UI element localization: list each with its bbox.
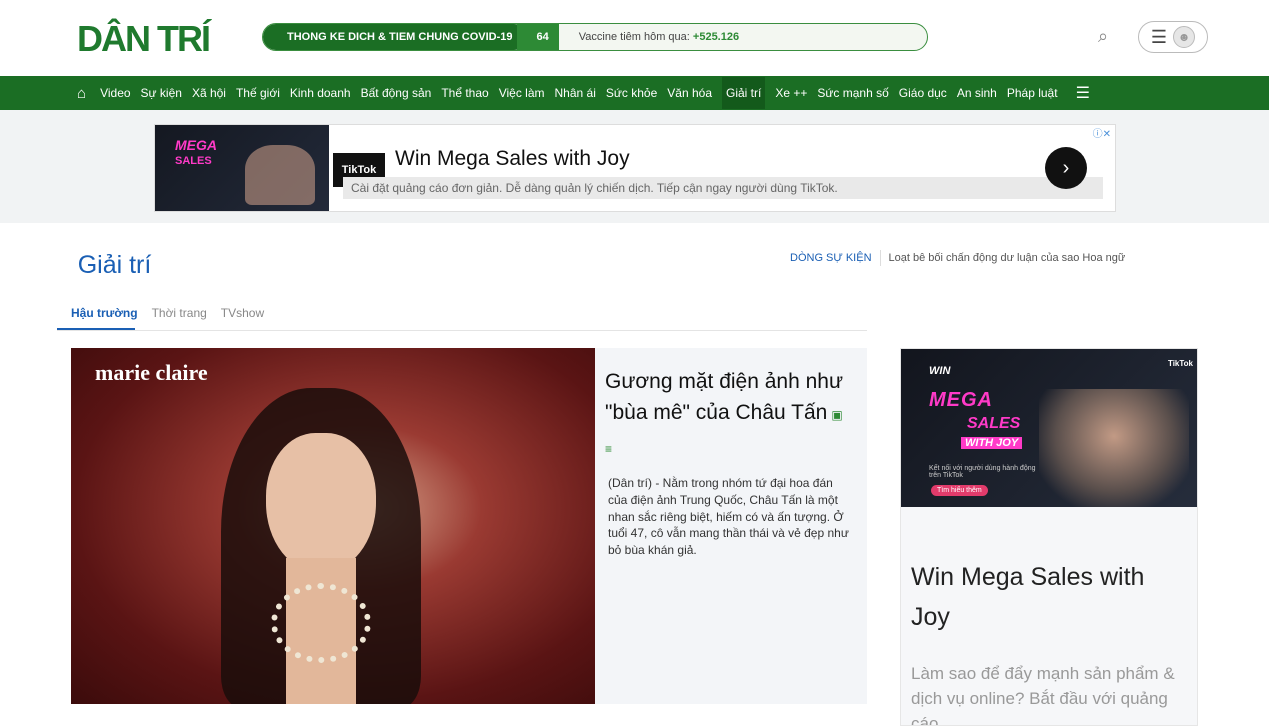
- side-ad-tiktok-logo: TikTok: [1167, 359, 1193, 368]
- nav-item-the-gioi[interactable]: Thế giới: [236, 86, 280, 100]
- nav-item-the-thao[interactable]: Thể thao: [441, 86, 488, 100]
- vaccine-value: +525.126: [692, 31, 740, 43]
- article-summary: (Dân trí) - Nằm trong nhóm tứ đại hoa đá…: [608, 476, 849, 558]
- top-header: DÂN TRÍ THONG KE DICH & TIEM CHUNG COVID…: [0, 0, 1269, 76]
- covid-label: THONG KE DICH & TIEM CHUNG COVID-19: [263, 24, 527, 50]
- photo-face: [266, 433, 376, 573]
- ad-headline[interactable]: Win Mega Sales with Joy: [395, 147, 630, 171]
- nav-item-giai-tri[interactable]: Giải trí: [722, 77, 766, 109]
- event-ticker[interactable]: DÒNG SỰ KIỆN Loạt bê bối chấn động dư lu…: [776, 248, 1196, 268]
- nav-item-nhan-ai[interactable]: Nhân ái: [555, 86, 596, 100]
- article-title[interactable]: Gương mặt điện ảnh như "bùa mê" của Châu…: [605, 366, 845, 465]
- search-icon[interactable]: ⌕: [1098, 26, 1108, 47]
- nav-item-giao-duc[interactable]: Giáo dục: [899, 86, 947, 100]
- vaccine-label: Vaccine tiêm hôm qua:: [578, 31, 690, 43]
- tab-tvshow[interactable]: TVshow: [221, 306, 264, 320]
- ad-next-button[interactable]: ›: [1045, 147, 1087, 189]
- user-icon: ☻: [1173, 26, 1196, 48]
- nav-menu-icon[interactable]: ☰: [1076, 83, 1090, 103]
- side-ad-small-text: Kết nối với người dùng hành động trên Ti…: [929, 465, 1036, 479]
- side-ad-with-joy: WITH JOY: [961, 437, 1023, 449]
- tabs-divider: [57, 330, 867, 331]
- sub-tabs: Hậu trường Thời trang TVshow: [57, 303, 286, 323]
- tab-thoi-trang[interactable]: Thời trang: [152, 306, 207, 320]
- event-text[interactable]: Loạt bê bối chấn động dư luận của sao Ho…: [889, 252, 1126, 264]
- side-ad-win: WIN: [929, 365, 951, 377]
- side-ad-cta[interactable]: Tìm hiểu thêm: [931, 485, 988, 496]
- ad-subtext[interactable]: Cài đặt quảng cáo đơn giản. Dễ dàng quản…: [343, 177, 1103, 199]
- site-logo[interactable]: DÂN TRÍ: [57, 18, 229, 59]
- article-photo[interactable]: marie claire: [71, 348, 595, 704]
- covid-banner[interactable]: THONG KE DICH & TIEM CHUNG COVID-19 64 V…: [262, 23, 928, 51]
- ad-image[interactable]: MEGA SALES: [155, 125, 329, 211]
- side-ad-mega: MEGA: [929, 389, 993, 411]
- covid-count: 64: [516, 24, 559, 50]
- hamburger-icon: ☰: [1150, 26, 1168, 47]
- ad-img-line2: SALES: [175, 155, 212, 167]
- article-title-text[interactable]: Gương mặt điện ảnh như "bùa mê" của Châu…: [605, 370, 843, 424]
- nav-item-xe[interactable]: Xe ++: [775, 86, 807, 100]
- nav-item-suc-manh-so[interactable]: Sức mạnh số: [817, 86, 888, 100]
- sidebar-ad[interactable]: WIN MEGA SALES WITH JOY Kết nối với ngườ…: [900, 348, 1198, 726]
- event-tag: DÒNG SỰ KIỆN: [782, 250, 881, 266]
- nav-item-bat-dong-san[interactable]: Bất động sản: [361, 86, 432, 100]
- nav-item-viec-lam[interactable]: Việc làm: [499, 86, 545, 100]
- ad-img-line1: MEGA: [175, 137, 217, 153]
- vaccine-stat: Vaccine tiêm hôm qua: +525.126: [579, 31, 739, 43]
- nav-item-video[interactable]: Video: [100, 86, 130, 100]
- photo-necklace: [271, 583, 371, 663]
- ad-image-people: [245, 145, 315, 205]
- side-ad-people: [1039, 389, 1189, 507]
- menu-button[interactable]: ☰ ☻: [1138, 21, 1208, 53]
- nav-item-kinh-doanh[interactable]: Kinh doanh: [290, 86, 351, 100]
- nav-item-suc-khoe[interactable]: Sức khỏe: [606, 86, 657, 100]
- ad-info-icon[interactable]: ⓘ✕: [1093, 125, 1111, 140]
- top-ad[interactable]: MEGA SALES TikTok Win Mega Sales with Jo…: [154, 124, 1116, 212]
- sidebar-ad-image[interactable]: WIN MEGA SALES WITH JOY Kết nối với ngườ…: [901, 349, 1197, 507]
- section-title[interactable]: Giải trí: [57, 248, 172, 282]
- nav-item-su-kien[interactable]: Sự kiện: [141, 86, 182, 100]
- marie-claire-logo: marie claire: [95, 360, 208, 385]
- sidebar-ad-body[interactable]: Làm sao để đẩy mạnh sản phẩm & dịch vụ o…: [911, 661, 1181, 725]
- main-nav: ⌂ Video Sự kiện Xã hội Thế giới Kinh doa…: [0, 76, 1269, 110]
- sidebar-ad-headline[interactable]: Win Mega Sales with Joy: [911, 557, 1161, 637]
- tab-hau-truong[interactable]: Hậu trường: [71, 306, 138, 320]
- side-ad-sales: SALES: [967, 415, 1021, 432]
- home-icon[interactable]: ⌂: [77, 85, 86, 102]
- nav-item-an-sinh[interactable]: An sinh: [957, 86, 997, 100]
- nav-item-phap-luat[interactable]: Pháp luật: [1007, 86, 1058, 100]
- nav-item-xa-hoi[interactable]: Xã hội: [192, 86, 226, 100]
- nav-item-van-hoa[interactable]: Văn hóa: [667, 86, 712, 100]
